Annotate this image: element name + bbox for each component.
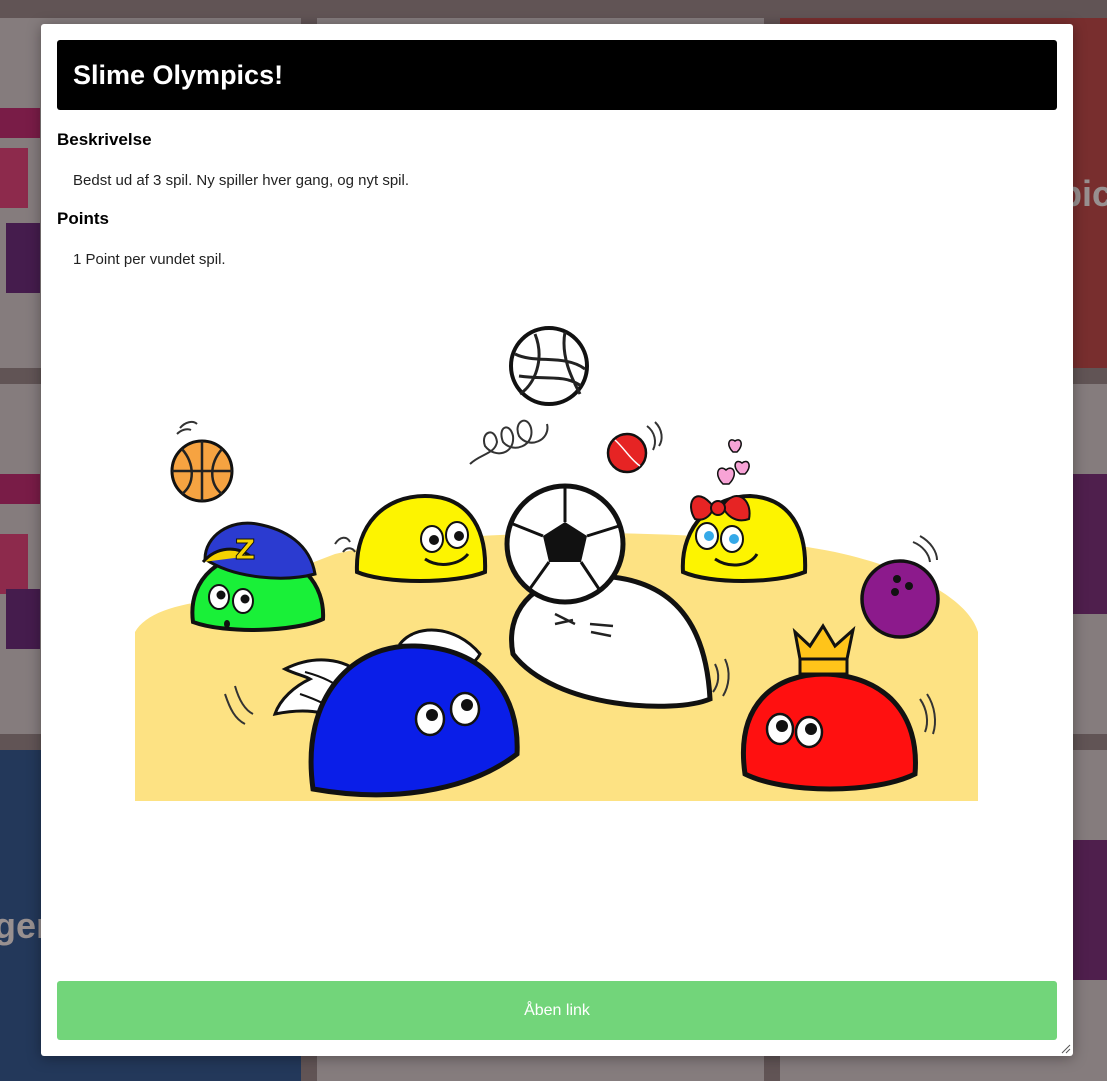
svg-text:Z: Z <box>235 533 255 566</box>
description-text: Bedst ud af 3 spil. Ny spiller hver gang… <box>73 172 410 189</box>
yellow-slime-girl <box>680 439 808 583</box>
motion-loops <box>469 419 549 465</box>
yellow-slime <box>334 493 488 583</box>
modal-header: Slime Olympics! <box>57 40 1057 110</box>
green-slime: Z <box>190 521 326 632</box>
hearts-icon <box>716 439 750 485</box>
description-heading: Beskrivelse <box>57 130 152 149</box>
bowling-ball-icon <box>860 535 940 639</box>
modal-title: Slime Olympics! <box>73 59 284 90</box>
slime-olympics-illustration: Z <box>135 326 978 801</box>
volleyball-icon <box>509 326 589 406</box>
open-link-button[interactable]: Åben link <box>57 981 1057 1040</box>
points-heading: Points <box>57 209 109 228</box>
basketball-icon <box>170 420 234 503</box>
cricket-ball-icon <box>606 421 663 474</box>
resize-grip-icon[interactable] <box>1061 1044 1071 1054</box>
soccer-ball-icon <box>504 483 626 605</box>
game-modal: Slime Olympics! Beskrivelse Bedst ud af … <box>41 24 1073 1056</box>
points-text: 1 Point per vundet spil. <box>73 251 226 268</box>
